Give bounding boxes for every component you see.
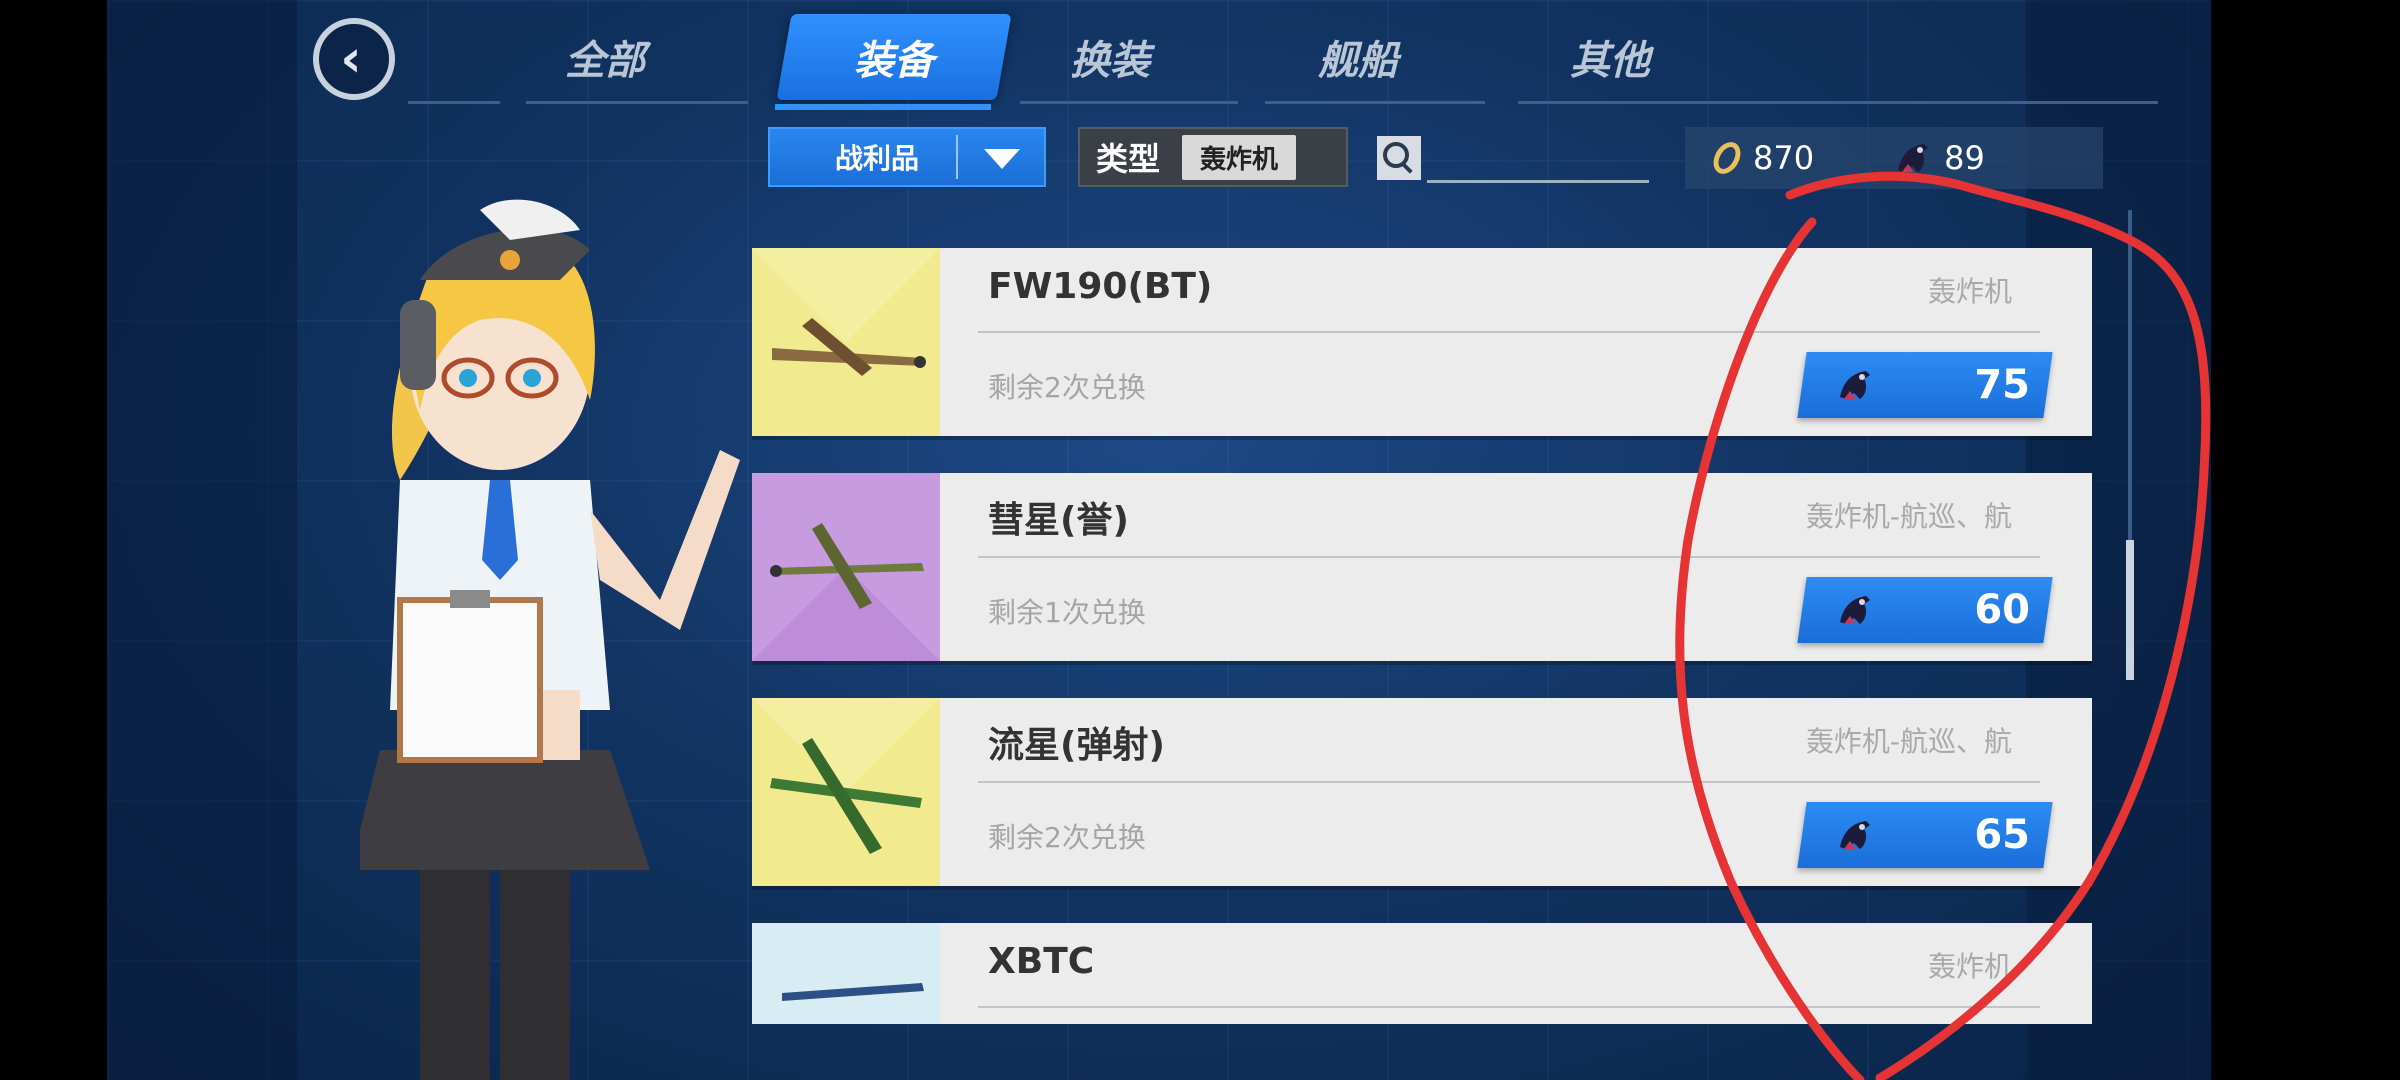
exchange-button[interactable]: 60 xyxy=(1797,577,2053,643)
tab-outfit[interactable]: 换装 xyxy=(1020,14,1200,100)
item-remaining: 剩余2次兑换 xyxy=(988,821,1146,854)
list-item[interactable]: FW190(BT) 轰炸机 剩余2次兑换 75 xyxy=(752,248,2092,436)
type-filter-value[interactable]: 轰炸机 xyxy=(1182,134,1297,180)
item-thumbnail xyxy=(752,923,940,1024)
item-remaining: 剩余1次兑换 xyxy=(988,596,1146,629)
type-filter-label: 类型 xyxy=(1096,140,1161,178)
item-type: 轰炸机 xyxy=(1927,275,2012,308)
item-thumbnail xyxy=(752,248,940,436)
item-divider xyxy=(978,1006,2040,1008)
item-thumbnail xyxy=(752,473,940,661)
item-divider xyxy=(978,331,2040,333)
tab-other[interactable]: 其他 xyxy=(1520,14,1700,100)
ring-currency: 870 xyxy=(1685,137,1815,179)
tab-divider xyxy=(1265,101,1485,104)
plane-icon xyxy=(752,698,940,886)
back-chevron-icon: ‹ xyxy=(340,29,362,89)
tab-equipment-label: 装备 xyxy=(854,38,934,84)
dropdown-separator xyxy=(956,135,958,179)
tab-other-label: 其他 xyxy=(1570,38,1650,84)
ring-icon xyxy=(1708,137,1746,179)
item-name: 彗星(誉) xyxy=(988,500,1129,541)
search-button[interactable] xyxy=(1377,136,1421,180)
medal-icon xyxy=(1840,821,1870,849)
tab-ships[interactable]: 舰船 xyxy=(1268,14,1448,100)
scrollbar-thumb[interactable] xyxy=(2126,540,2134,680)
ring-amount: 870 xyxy=(1753,139,1815,177)
chevron-down-icon xyxy=(984,149,1020,169)
currency-panel: 870 89 xyxy=(1685,127,2103,189)
tab-divider xyxy=(526,101,748,104)
tab-outfit-label: 换装 xyxy=(1070,38,1150,84)
type-filter[interactable]: 类型 轰炸机 xyxy=(1078,127,1348,187)
tab-all[interactable]: 全部 xyxy=(520,14,690,100)
item-type: 轰炸机-航巡、航 xyxy=(1805,725,2012,758)
left-decor-panel xyxy=(107,0,297,1080)
item-type: 轰炸机 xyxy=(1927,950,2012,983)
medal-amount: 89 xyxy=(1944,139,1985,177)
tab-divider xyxy=(408,101,500,104)
item-price: 60 xyxy=(1974,587,2030,633)
item-divider xyxy=(978,781,2040,783)
medal-icon xyxy=(1898,144,1929,172)
list-item[interactable]: XBTC 轰炸机 xyxy=(752,923,2092,1024)
tab-divider xyxy=(1020,101,1238,104)
item-name: XBTC xyxy=(988,941,1095,982)
item-name: 流星(弹射) xyxy=(988,725,1165,766)
exchange-button[interactable]: 75 xyxy=(1797,352,2053,418)
exchange-button[interactable]: 65 xyxy=(1797,802,2053,868)
search-input[interactable] xyxy=(1427,136,1649,183)
item-remaining: 剩余2次兑换 xyxy=(988,371,1146,404)
item-type: 轰炸机-航巡、航 xyxy=(1805,500,2012,533)
item-divider xyxy=(978,556,2040,558)
tab-all-label: 全部 xyxy=(565,38,645,84)
plane-icon xyxy=(752,473,940,661)
tab-ships-label: 舰船 xyxy=(1318,38,1398,84)
item-price: 65 xyxy=(1974,812,2030,858)
medal-icon xyxy=(1840,596,1870,624)
item-name: FW190(BT) xyxy=(988,266,1213,307)
plane-icon xyxy=(752,923,940,1024)
list-item[interactable]: 流星(弹射) 轰炸机-航巡、航 剩余2次兑换 65 xyxy=(752,698,2092,886)
item-price: 75 xyxy=(1974,362,2030,408)
exchange-list: FW190(BT) 轰炸机 剩余2次兑换 75 彗星(誉) 轰炸机-航巡、航 剩… xyxy=(752,248,2092,1024)
category-tabs: 全部 装备 换装 舰船 其他 xyxy=(408,14,2160,110)
tab-divider xyxy=(1518,101,2158,104)
tab-equipment[interactable]: 装备 xyxy=(776,14,1012,100)
plane-icon xyxy=(752,248,940,436)
back-button[interactable]: ‹ xyxy=(313,18,395,100)
medal-currency: 89 xyxy=(1814,138,1985,178)
list-item[interactable]: 彗星(誉) 轰炸机-航巡、航 剩余1次兑换 60 xyxy=(752,473,2092,661)
active-tab-indicator xyxy=(775,104,991,110)
item-thumbnail xyxy=(752,698,940,886)
search-icon xyxy=(1383,142,1409,168)
medal-icon xyxy=(1840,371,1870,399)
